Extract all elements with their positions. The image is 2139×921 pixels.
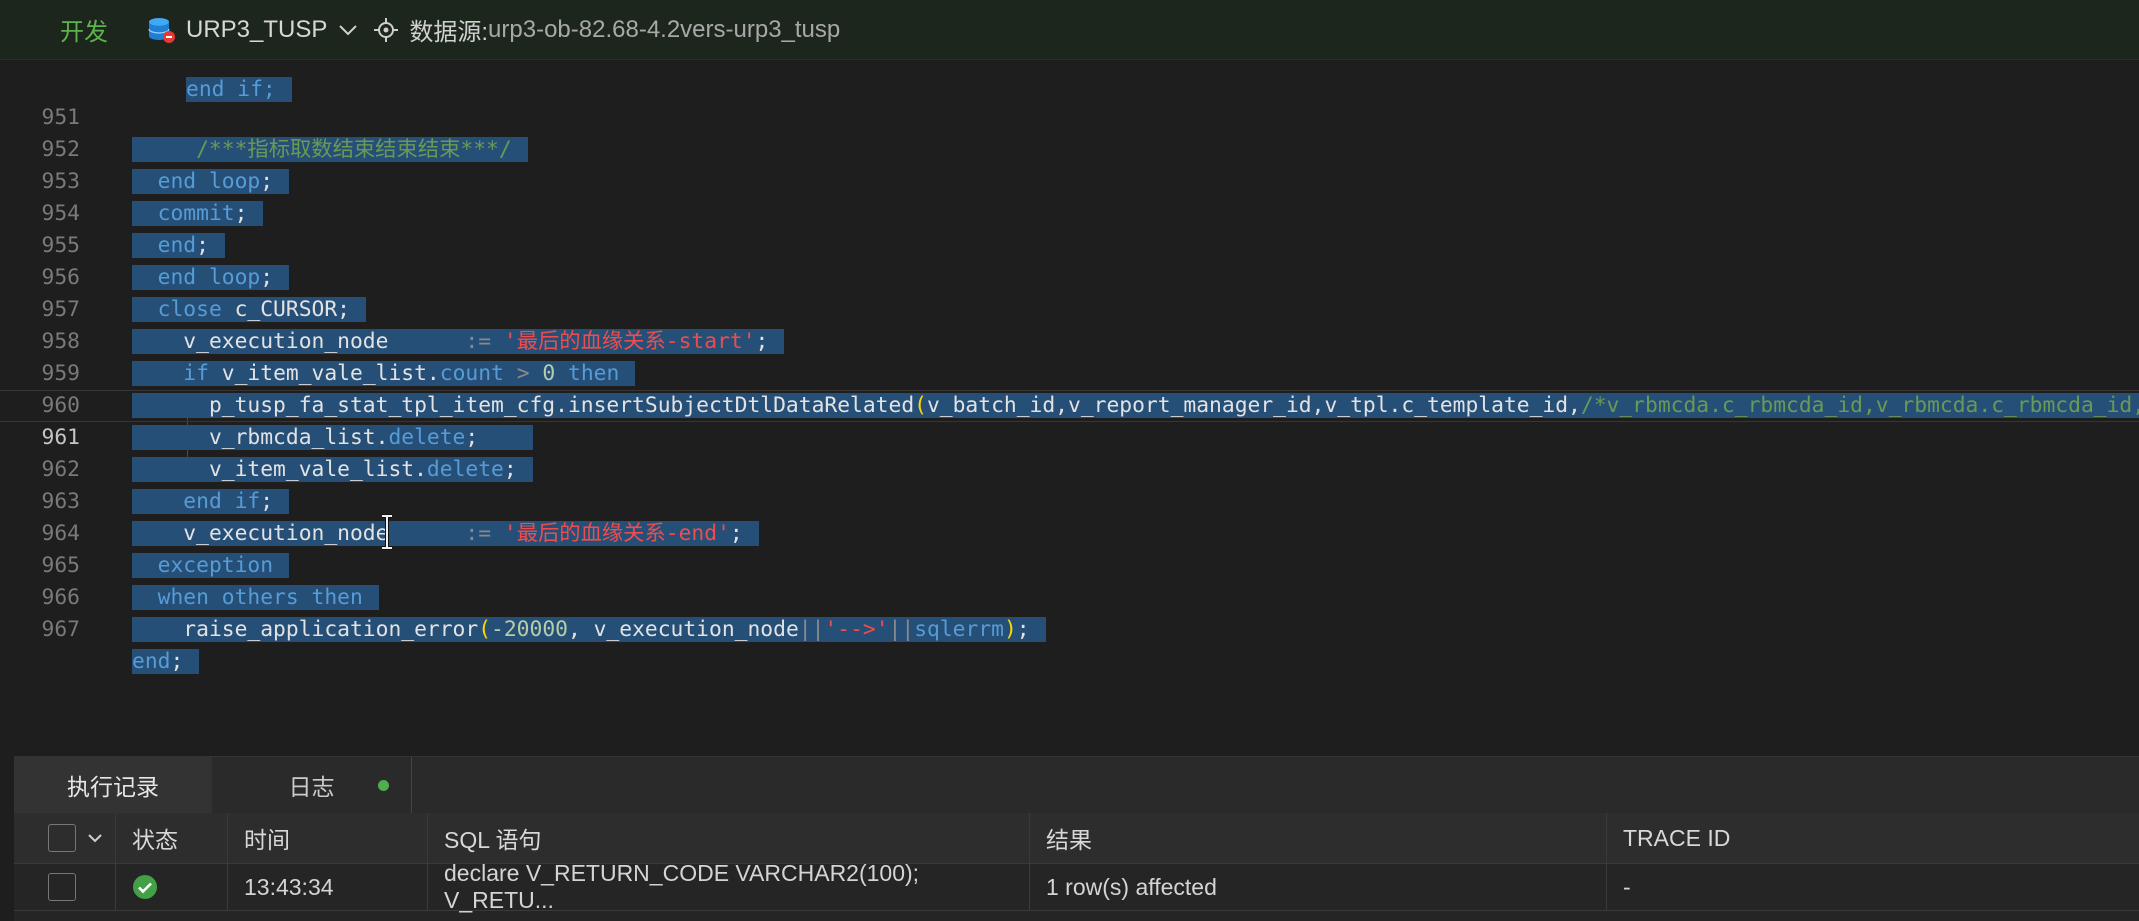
- row-checkbox[interactable]: [48, 873, 76, 901]
- code-editor[interactable]: end if; 951 /***指标取数结束结束结束***/ 952 end l…: [0, 60, 2139, 750]
- success-check-icon: [133, 875, 157, 899]
- code-token: , v_execution_node: [567, 617, 799, 642]
- code-token: ;: [1016, 617, 1030, 642]
- code-string: '-->': [824, 617, 889, 642]
- select-all-column: [14, 813, 116, 863]
- code-line[interactable]: 965 when others then: [0, 518, 2139, 610]
- code-line[interactable]: 954 end;: [0, 166, 2139, 258]
- chevron-down-icon[interactable]: [337, 19, 359, 41]
- tab-log[interactable]: 日志: [212, 757, 412, 813]
- results-table-header: 状态 时间 SQL 语句 结果 TRACE ID: [14, 813, 2139, 863]
- code-line[interactable]: 959 p_tusp_fa_stat_tpl_item_cfg.insertSu…: [0, 326, 2139, 418]
- code-line[interactable]: 957 v_execution_node := '最后的血缘关系-start';: [0, 262, 2139, 354]
- row-trace-id: -: [1623, 873, 1631, 900]
- results-panel: 执行记录 日志 状态 时间 SQL 语句 结果 TRACE ID 13:43:3…: [14, 756, 2139, 921]
- code-line[interactable]: 964 exception: [0, 486, 2139, 578]
- column-header-time[interactable]: 时间: [228, 813, 428, 863]
- row-status-cell: [116, 864, 228, 910]
- tab-execution-log[interactable]: 执行记录: [14, 757, 212, 813]
- environment-label[interactable]: 开发: [60, 12, 108, 47]
- row-sql[interactable]: declare V_RETURN_CODE VARCHAR2(100); V_R…: [428, 860, 1030, 913]
- select-all-checkbox[interactable]: [48, 824, 76, 852]
- database-selector[interactable]: URP3_TUSP: [186, 16, 327, 44]
- code-token: ): [1003, 617, 1017, 642]
- code-token: end: [132, 649, 171, 674]
- code-token: ||: [798, 617, 825, 642]
- panel-tabs: 执行记录 日志: [14, 757, 2139, 813]
- top-toolbar: 开发 URP3_TUSP 数据源: urp3-ob-82.68-4.2vers-…: [0, 0, 2139, 60]
- code-line[interactable]: 960 v_rbmcda_list.delete;: [0, 358, 2139, 450]
- code-line[interactable]: 958 if v_item_vale_list.count > 0 then: [0, 294, 2139, 386]
- column-header-sql[interactable]: SQL 语句: [428, 813, 1030, 863]
- line-number: 967: [41, 617, 80, 642]
- code-line[interactable]: 953 commit;: [0, 134, 2139, 226]
- code-line[interactable]: 963 v_execution_node := '最后的血缘关系-end';: [0, 454, 2139, 546]
- text-cursor-icon: [382, 514, 392, 550]
- table-row[interactable]: 13:43:34 declare V_RETURN_CODE VARCHAR2(…: [14, 860, 2139, 913]
- datasource-value[interactable]: urp3-ob-82.68-4.2vers-urp3_tusp: [488, 16, 840, 44]
- row-result: 1 row(s) affected: [1030, 864, 1607, 910]
- tab-label: 日志: [288, 774, 335, 800]
- tab-strip-filler: [412, 757, 2139, 813]
- code-token: ||: [888, 617, 915, 642]
- code-token: ;: [170, 649, 184, 674]
- column-header-trace-id[interactable]: TRACE ID: [1607, 813, 2139, 863]
- column-header-status[interactable]: 状态: [116, 813, 228, 863]
- status-dot-icon: [378, 780, 389, 791]
- code-line[interactable]: 966 raise_application_error(-20000, v_ex…: [0, 550, 2139, 642]
- code-line[interactable]: 956 close c_CURSOR;: [0, 230, 2139, 322]
- database-icon: [148, 17, 175, 43]
- code-line[interactable]: 955 end loop;: [0, 198, 2139, 290]
- code-line[interactable]: 962 end if;: [0, 422, 2139, 514]
- code-line[interactable]: 951 /***指标取数结束结束结束***/: [0, 70, 2139, 162]
- datasource-label: 数据源:: [409, 19, 489, 46]
- target-icon: [374, 17, 399, 42]
- code-token: sqlerrm: [914, 617, 1004, 642]
- code-number: -20000: [491, 617, 568, 642]
- column-header-result[interactable]: 结果: [1030, 813, 1607, 863]
- code-line[interactable]: 952 end loop;: [0, 102, 2139, 194]
- chevron-down-icon[interactable]: [86, 829, 104, 847]
- code-line-current[interactable]: 961 v_item_vale_list.delete;: [0, 390, 2139, 482]
- row-select-cell: [14, 864, 116, 910]
- code-token: raise_application_error: [183, 617, 479, 642]
- code-line[interactable]: 967 end;: [0, 582, 2139, 674]
- row-time: 13:43:34: [228, 864, 428, 910]
- tab-label: 执行记录: [67, 774, 159, 800]
- code-token: (: [478, 617, 492, 642]
